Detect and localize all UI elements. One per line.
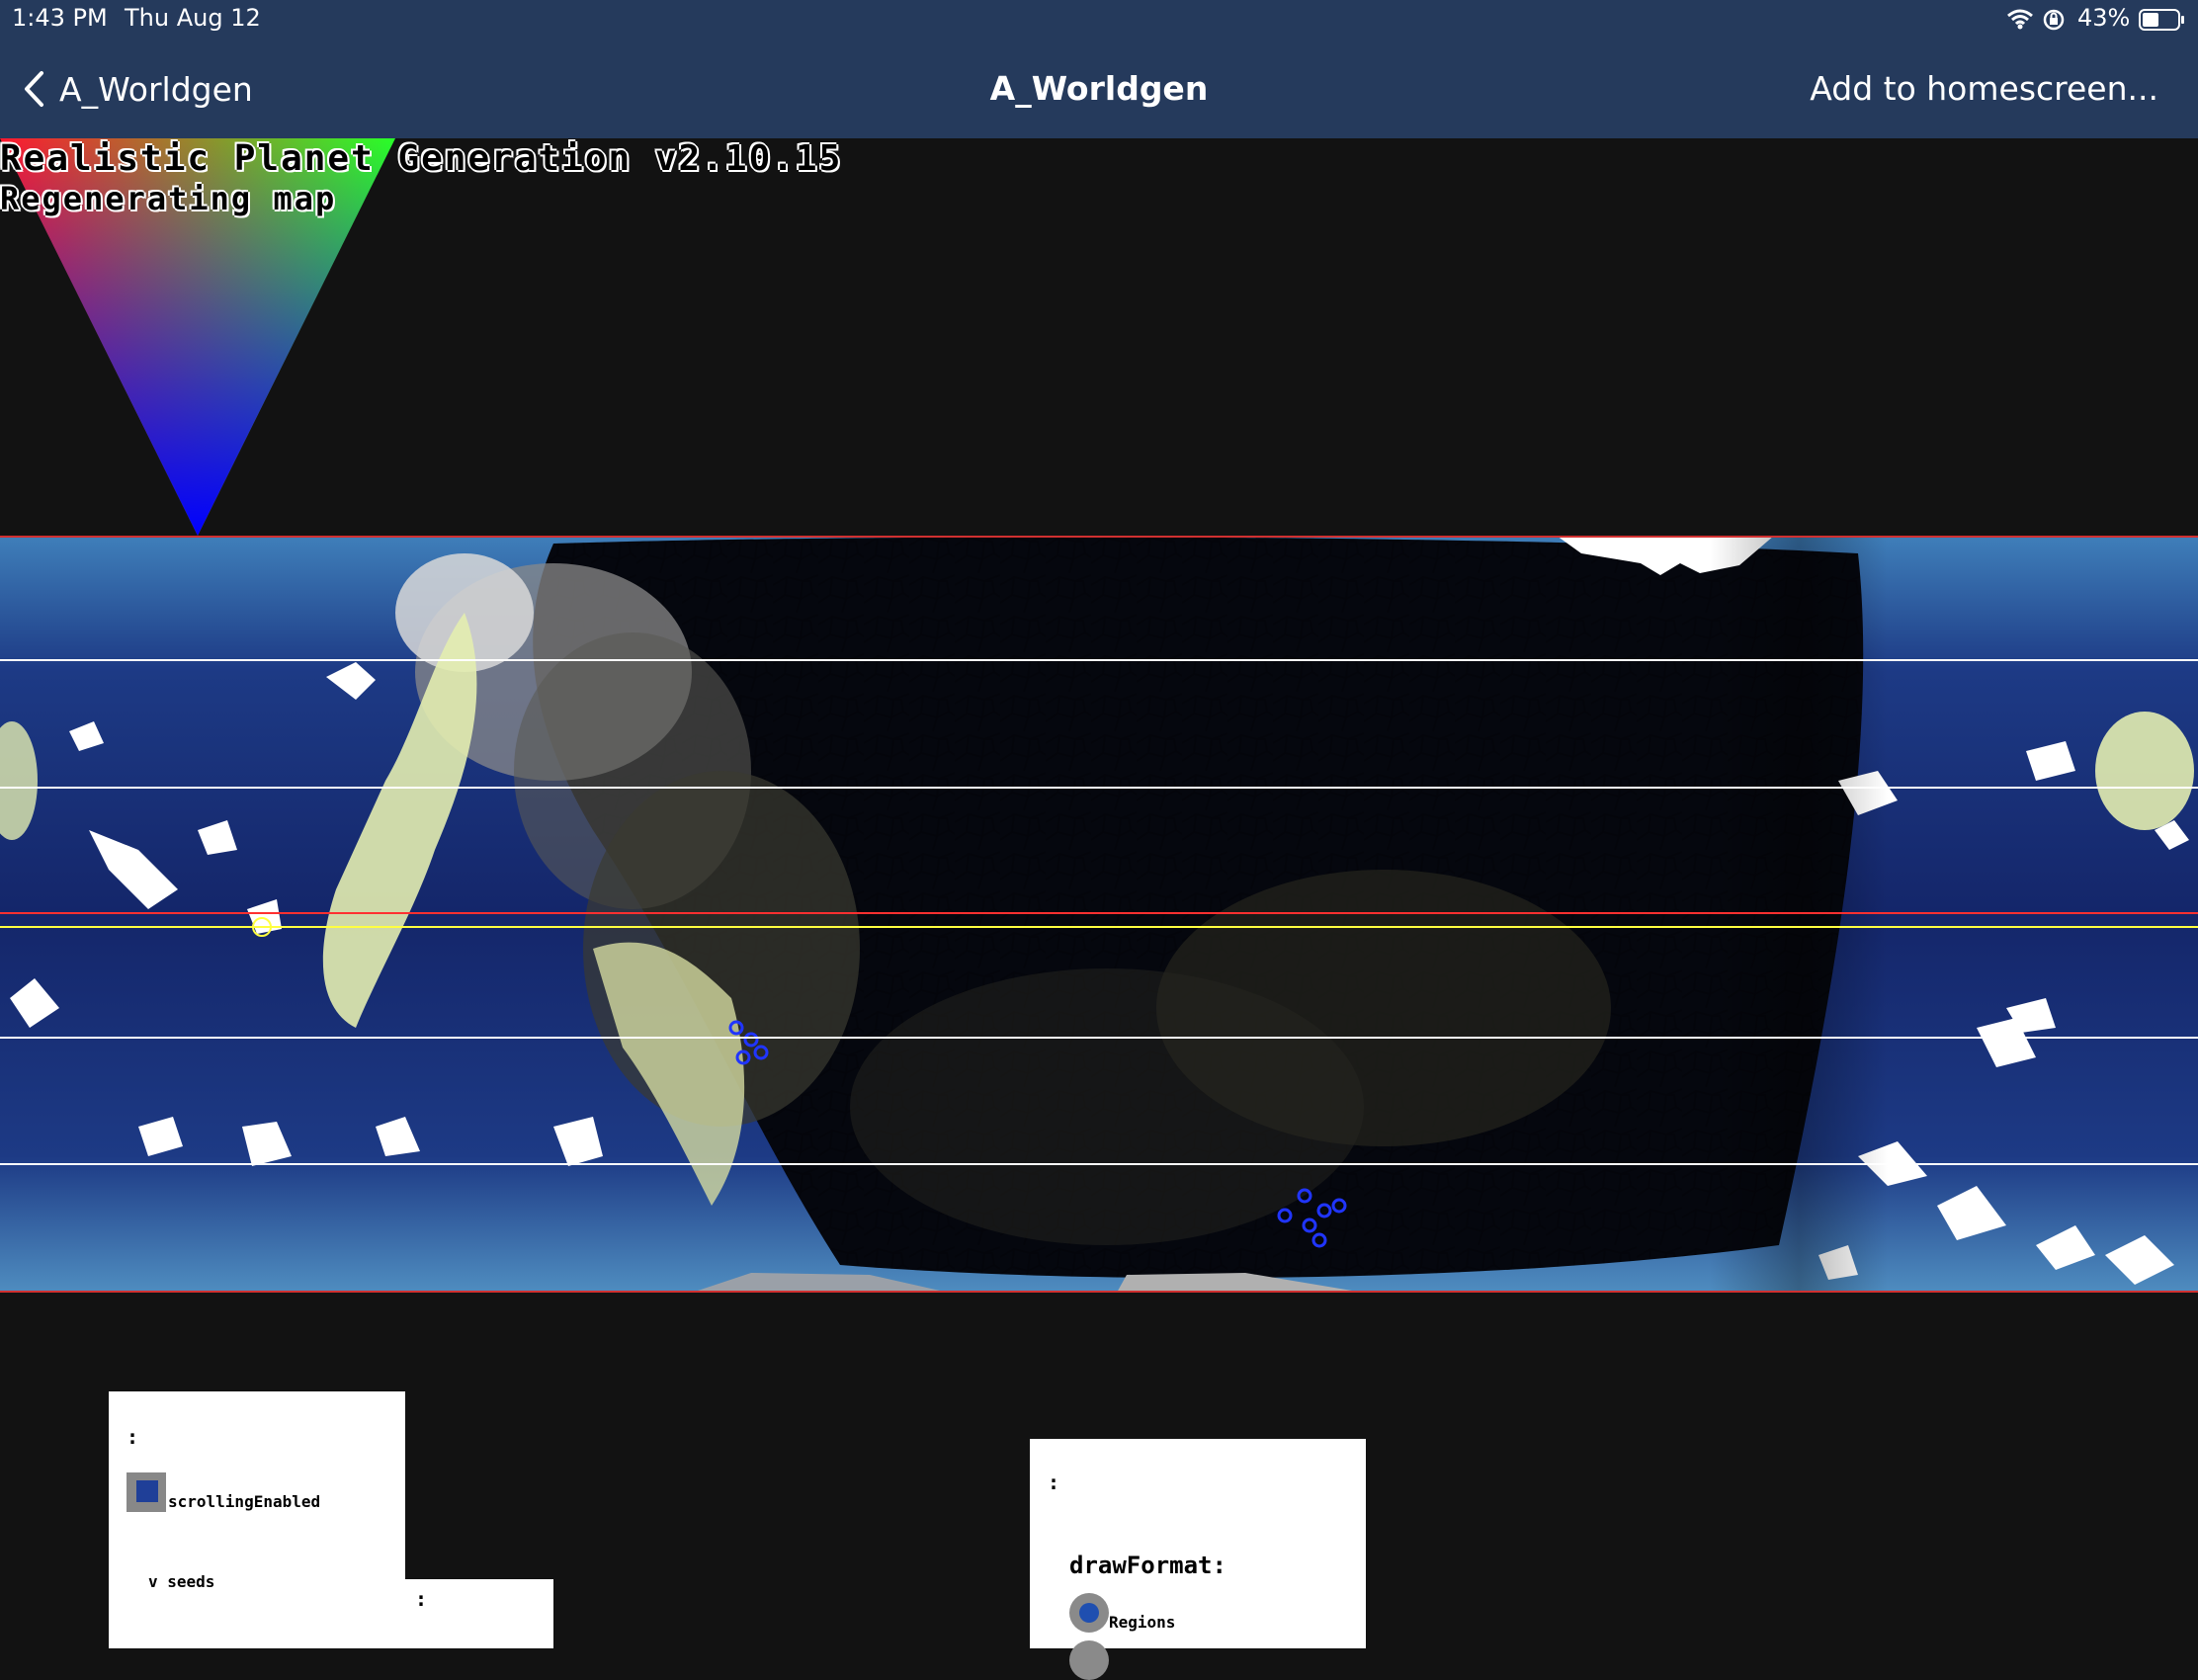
regions-option-label: Regions <box>1109 1613 1176 1632</box>
orientation-lock-icon <box>2043 9 2065 31</box>
wifi-icon <box>2007 9 2033 30</box>
seeds-toggle[interactable]: v seeds <box>148 1572 214 1591</box>
checkbox-fill <box>136 1480 158 1502</box>
add-to-homescreen-button[interactable]: Add to homescreen... <box>1810 69 2158 108</box>
app-title: Realistic Planet Generation v2.10.15 <box>0 138 843 179</box>
battery-percent: 43% <box>2077 4 2131 32</box>
status-bar: 1:43 PM Thu Aug 12 43% <box>0 0 2198 40</box>
panel-label-colon-2: : <box>415 1587 428 1611</box>
regions-radio[interactable] <box>1069 1593 1109 1633</box>
panel-label-colon: : <box>127 1425 139 1449</box>
draw-format-label: drawFormat: <box>1069 1552 1226 1579</box>
radio-dot <box>1079 1603 1099 1623</box>
app-canvas[interactable]: Realistic Planet Generation v2.10.15 Reg… <box>0 138 2198 1680</box>
nav-bar: A_Worldgen A_Worldgen Add to homescreen.… <box>0 40 2198 138</box>
settings-panel: : scrollingEnabled v seeds <box>109 1391 405 1648</box>
draw-format-panel: : drawFormat: Regions <box>1030 1439 1366 1680</box>
panel-label-colon-3: : <box>1048 1470 1060 1494</box>
scrolling-enabled-checkbox[interactable] <box>127 1472 166 1512</box>
settings-panel-extension: : <box>405 1579 553 1648</box>
scrolling-enabled-label: scrollingEnabled <box>168 1492 321 1511</box>
status-time: 1:43 PM <box>12 4 108 32</box>
status-text: Regenerating map <box>0 180 337 217</box>
planet-map[interactable] <box>0 536 2198 1293</box>
status-date: Thu Aug 12 <box>125 4 261 32</box>
second-format-radio[interactable] <box>1069 1640 1109 1680</box>
battery-icon <box>2139 9 2184 31</box>
